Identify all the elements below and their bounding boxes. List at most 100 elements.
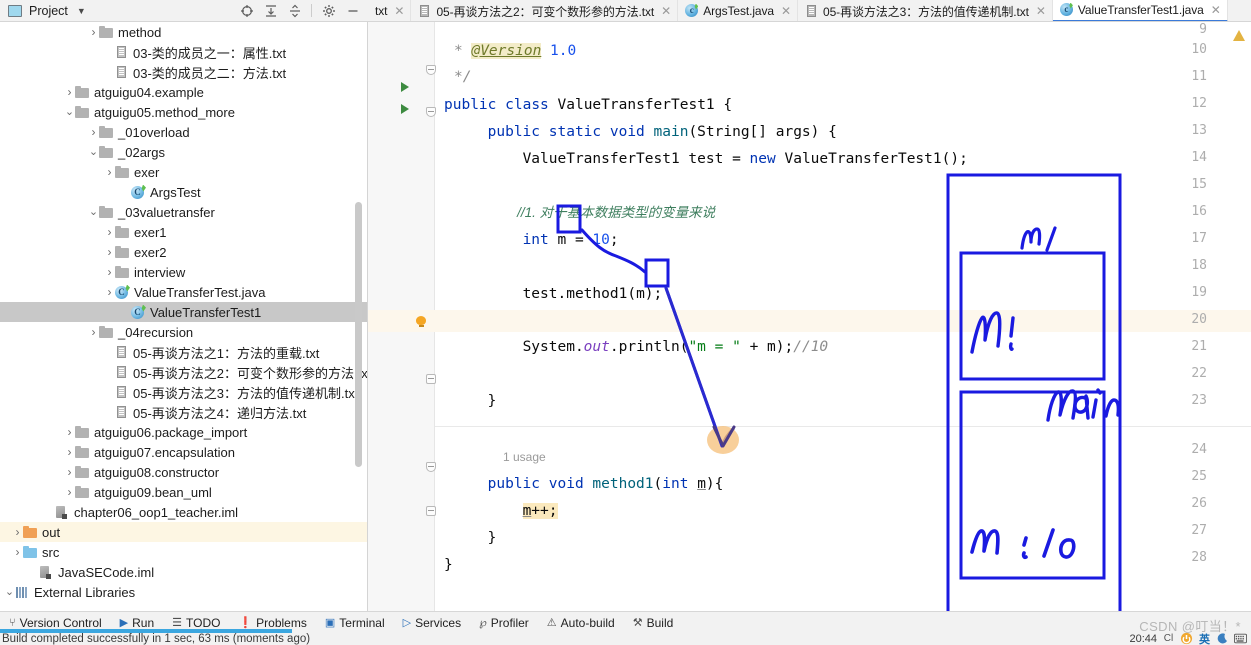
bottom-bar-item-terminal[interactable]: ▣ Terminal <box>316 612 394 634</box>
moon-icon[interactable] <box>1216 632 1229 645</box>
tree-row[interactable]: ⌄ _03valuetransfer <box>0 202 368 222</box>
fold-marker-main-end[interactable] <box>426 374 436 384</box>
tree-row[interactable]: ⌄ External Libraries <box>0 582 368 602</box>
tree-row[interactable]: 05-再谈方法之4：递归方法.txt <box>0 402 368 422</box>
collapse-all-icon[interactable] <box>287 3 302 18</box>
tree-row[interactable]: 03-类的成员之二：方法.txt <box>0 62 368 82</box>
editor-tab-0[interactable]: txt ✕ <box>368 0 412 21</box>
tree-row-label: ValueTransferTest.java <box>134 284 266 300</box>
tree-row[interactable]: › _01overload <box>0 122 368 142</box>
tree-row[interactable]: ⌄ _02args <box>0 142 368 162</box>
chevron-right-icon[interactable]: › <box>12 526 23 538</box>
tree-row[interactable]: › exer <box>0 162 368 182</box>
fold-marker-method1[interactable] <box>426 462 436 472</box>
editor-tab-2[interactable]: ArgsTest.java ✕ <box>678 0 799 21</box>
current-line-highlight <box>368 310 1251 332</box>
cl-icon[interactable]: Cl <box>1162 632 1175 645</box>
tree-row[interactable]: chapter06_oop1_teacher.iml <box>0 502 368 522</box>
chevron-down-icon[interactable]: ⌄ <box>88 146 99 158</box>
editor-tab-1[interactable]: 05-再谈方法之2：可变个数形参的方法.txt ✕ <box>411 0 679 21</box>
chevron-right-icon[interactable]: › <box>64 486 75 498</box>
keyboard-icon[interactable] <box>1234 632 1247 645</box>
tab-close-icon[interactable]: ✕ <box>1211 3 1221 17</box>
chevron-right-icon[interactable]: › <box>64 446 75 458</box>
tree-row[interactable]: ArgsTest <box>0 182 368 202</box>
chevron-right-icon[interactable]: › <box>88 26 99 38</box>
tree-row[interactable]: › src <box>0 542 368 562</box>
tree-row[interactable]: › atguigu08.constructor <box>0 462 368 482</box>
fold-marker-method1-end[interactable] <box>426 506 436 516</box>
expand-all-icon[interactable] <box>263 3 278 18</box>
tree-row[interactable]: 03-类的成员之一：属性.txt <box>0 42 368 62</box>
tab-close-icon[interactable]: ✕ <box>781 4 791 18</box>
tab-close-icon[interactable]: ✕ <box>1036 4 1046 18</box>
editor-tab-4[interactable]: ValueTransferTest1.java ✕ <box>1052 0 1228 21</box>
project-tree-scrollbar[interactable] <box>355 202 362 467</box>
warning-triangle-icon[interactable] <box>1233 30 1245 41</box>
ime-cn-icon[interactable]: 英 <box>1198 632 1211 645</box>
tree-row[interactable]: › ValueTransferTest.java <box>0 282 368 302</box>
chevron-right-icon[interactable]: › <box>12 546 23 558</box>
txt-file-icon <box>418 4 431 18</box>
editor-tab-label: 05-再谈方法之2：可变个数形参的方法.txt <box>436 4 655 19</box>
profiler-icon: ℘ <box>479 617 487 629</box>
tree-row[interactable]: › exer1 <box>0 222 368 242</box>
locate-icon[interactable] <box>239 3 254 18</box>
bottom-bar-item-services[interactable]: ▷ Services <box>394 612 470 634</box>
code-editor[interactable]: 9 10 11 12 13 14 15 16 17 18 19 20 21 22 23 24 25 26 27 28 … <box>368 22 1251 611</box>
tree-row[interactable]: 05-再谈方法之3：方法的值传递机制.txt <box>0 382 368 402</box>
tree-row[interactable]: › method <box>0 22 368 42</box>
tree-row[interactable]: 05-再谈方法之2：可变个数形参的方法.txt <box>0 362 368 382</box>
tree-row[interactable]: › _04recursion <box>0 322 368 342</box>
tab-close-icon[interactable]: ✕ <box>661 4 671 18</box>
run-main-icon[interactable] <box>401 104 409 114</box>
tree-row[interactable]: › atguigu09.bean_uml <box>0 482 368 502</box>
system-tray[interactable]: 20:44 Cl 英 <box>1129 632 1247 645</box>
fold-marker-comment[interactable] <box>426 65 436 75</box>
tree-row[interactable]: ⌄ atguigu05.method_more <box>0 102 368 122</box>
bottom-bar-item-profiler[interactable]: ℘ Profiler <box>470 612 538 634</box>
gear-icon[interactable] <box>321 3 336 18</box>
bottom-bar-item-auto-build[interactable]: ⚠ Auto-build <box>538 612 624 634</box>
chevron-down-icon[interactable]: ▼ <box>77 6 86 16</box>
run-class-icon[interactable] <box>401 82 409 92</box>
tree-row[interactable]: › atguigu07.encapsulation <box>0 442 368 462</box>
fold-marker-main[interactable] <box>426 107 436 117</box>
project-tree[interactable]: › method 03-类的成员之一：属性.txt 03-类的成员之二：方法.txt ›… <box>0 22 368 611</box>
code-line-9: * @Version 1.0 <box>454 42 576 60</box>
chevron-right-icon[interactable]: › <box>64 426 75 438</box>
chevron-right-icon[interactable]: › <box>64 466 75 478</box>
chevron-right-icon[interactable]: › <box>88 126 99 138</box>
tree-row[interactable]: › out <box>0 522 368 542</box>
bottom-bar-item-build[interactable]: ⚒ Build <box>624 612 683 634</box>
line-number: 13 <box>1191 123 1207 138</box>
chevron-down-icon[interactable]: ⌄ <box>88 206 99 218</box>
chevron-right-icon[interactable]: › <box>104 226 115 238</box>
usage-hint[interactable]: 1 usage <box>503 450 546 464</box>
tree-row[interactable]: › atguigu04.example <box>0 82 368 102</box>
chevron-down-icon[interactable]: ⌄ <box>64 106 75 118</box>
chevron-right-icon[interactable]: › <box>104 166 115 178</box>
chevron-right-icon[interactable]: › <box>64 86 75 98</box>
list-icon: ☰ <box>172 617 183 629</box>
editor-tab-3[interactable]: 05-再谈方法之3：方法的值传递机制.txt ✕ <box>798 0 1053 21</box>
tree-row[interactable]: › exer2 <box>0 242 368 262</box>
bottom-bar-item-label: Services <box>415 615 462 630</box>
tab-close-icon[interactable]: ✕ <box>394 4 404 18</box>
keyword-public: public <box>444 97 497 113</box>
intention-bulb-icon[interactable] <box>416 316 427 329</box>
editor-tab-bar[interactable]: txt✕05-再谈方法之2：可变个数形参的方法.txt✕ArgsTest.jav… <box>368 0 1251 22</box>
tree-row[interactable]: › interview <box>0 262 368 282</box>
tree-row[interactable]: JavaSECode.iml <box>0 562 368 582</box>
power-icon[interactable] <box>1180 632 1193 645</box>
tree-row[interactable]: ValueTransferTest1 <box>0 302 368 322</box>
tree-row[interactable]: 05-再谈方法之1：方法的重载.txt <box>0 342 368 362</box>
chevron-right-icon[interactable]: › <box>88 326 99 338</box>
status-message: Build completed successfully in 1 sec, 6… <box>2 633 311 645</box>
tree-row[interactable]: › atguigu06.package_import <box>0 422 368 442</box>
chevron-right-icon[interactable]: › <box>104 266 115 278</box>
chevron-right-icon[interactable]: › <box>104 286 115 298</box>
chevron-right-icon[interactable]: › <box>104 246 115 258</box>
minimize-icon[interactable] <box>345 3 360 18</box>
chevron-down-icon[interactable]: ⌄ <box>4 586 15 598</box>
